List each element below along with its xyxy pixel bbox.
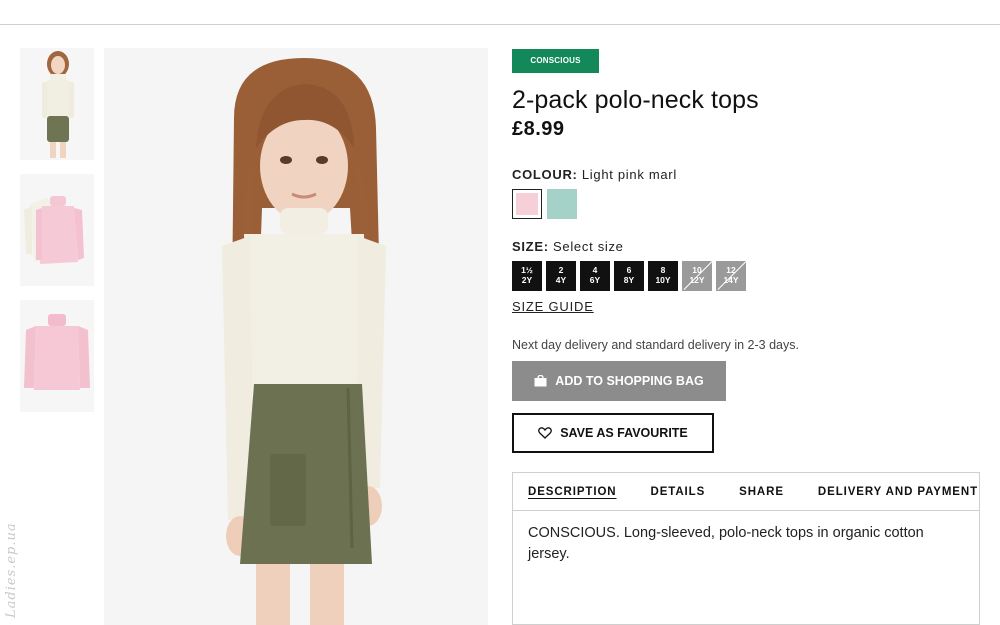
size-option-1-5-2y[interactable]: 1½ 2Y — [512, 261, 542, 291]
add-to-bag-button[interactable]: ADD TO SHOPPING BAG — [512, 361, 726, 401]
size-placeholder: Select size — [553, 239, 624, 254]
thumbnail-list — [20, 48, 94, 426]
size-line2: 12Y — [689, 274, 705, 285]
size-options: 1½ 2Y 2 4Y 4 6Y 6 8Y 8 10Y 10 12Y 12 14Y — [512, 261, 982, 291]
swatch-mint-fill — [547, 189, 577, 219]
size-line2: 14Y — [723, 274, 739, 285]
product-title: 2-pack polo-neck tops — [512, 86, 759, 114]
size-line2: 2Y — [521, 274, 533, 285]
size-option-4-6y[interactable]: 4 6Y — [580, 261, 610, 291]
size-option-12-14y[interactable]: 12 14Y — [716, 261, 746, 291]
thumbnail-pair[interactable] — [20, 174, 94, 286]
size-row: SIZE: Select size — [512, 239, 982, 254]
tab-description[interactable]: DESCRIPTION — [528, 486, 617, 498]
size-line1: 8 — [660, 265, 666, 275]
size-line2: 10Y — [655, 274, 671, 285]
colour-label: COLOUR: — [512, 167, 578, 182]
size-option-6-8y[interactable]: 6 8Y — [614, 261, 644, 291]
watermark: Ladies.ep.ua — [4, 522, 19, 618]
product-info: CONSCIOUS 2-pack polo-neck tops £8.99 CO… — [512, 49, 982, 453]
shopping-bag-icon — [534, 375, 547, 387]
heart-icon — [538, 427, 553, 439]
size-line2: 4Y — [555, 274, 567, 285]
product-details-panel: DESCRIPTION DETAILS SHARE DELIVERY AND P… — [512, 472, 980, 625]
size-line1: 2 — [558, 265, 564, 275]
size-label: SIZE: — [512, 239, 549, 254]
save-favourite-button[interactable]: SAVE AS FAVOURITE — [512, 413, 714, 453]
conscious-badge: CONSCIOUS — [512, 49, 599, 73]
size-line1: 4 — [592, 265, 598, 275]
size-guide-link[interactable]: SIZE GUIDE — [512, 299, 594, 314]
thumbnail-pair-image — [20, 174, 94, 286]
tab-details[interactable]: DETAILS — [651, 486, 706, 498]
size-line1: 1½ — [521, 265, 533, 275]
details-tabs: DESCRIPTION DETAILS SHARE DELIVERY AND P… — [513, 473, 979, 511]
colour-selected-value: Light pink marl — [581, 167, 677, 182]
swatch-light-pink-marl-fill — [516, 193, 538, 215]
tab-share[interactable]: SHARE — [739, 486, 784, 498]
swatch-mint[interactable] — [547, 189, 577, 219]
main-product-image — [104, 48, 488, 625]
size-line1: 6 — [626, 265, 632, 275]
thumbnail-model-image — [20, 48, 94, 160]
product-description: CONSCIOUS. Long-sleeved, polo-neck tops … — [528, 525, 924, 562]
size-line1: 12 — [726, 265, 736, 275]
tab-delivery-and-payment[interactable]: DELIVERY AND PAYMENT — [818, 486, 978, 498]
header-divider — [0, 24, 1000, 25]
add-to-bag-label: ADD TO SHOPPING BAG — [555, 374, 704, 388]
size-option-10-12y[interactable]: 10 12Y — [682, 261, 712, 291]
delivery-info: Next day delivery and standard delivery … — [512, 338, 799, 352]
thumbnail-pink[interactable] — [20, 300, 94, 412]
swatch-light-pink-marl[interactable] — [512, 189, 542, 219]
main-product-photo — [104, 48, 488, 625]
size-option-8-10y[interactable]: 8 10Y — [648, 261, 678, 291]
product-price: £8.99 — [512, 118, 565, 140]
size-option-2-4y[interactable]: 2 4Y — [546, 261, 576, 291]
size-line2: 6Y — [589, 274, 601, 285]
save-favourite-label: SAVE AS FAVOURITE — [560, 426, 688, 440]
thumbnail-pink-image — [20, 300, 94, 412]
size-line2: 8Y — [623, 274, 635, 285]
thumbnail-model[interactable] — [20, 48, 94, 160]
colour-swatches — [512, 189, 982, 219]
size-line1: 10 — [692, 265, 702, 275]
colour-row: COLOUR: Light pink marl — [512, 167, 982, 182]
